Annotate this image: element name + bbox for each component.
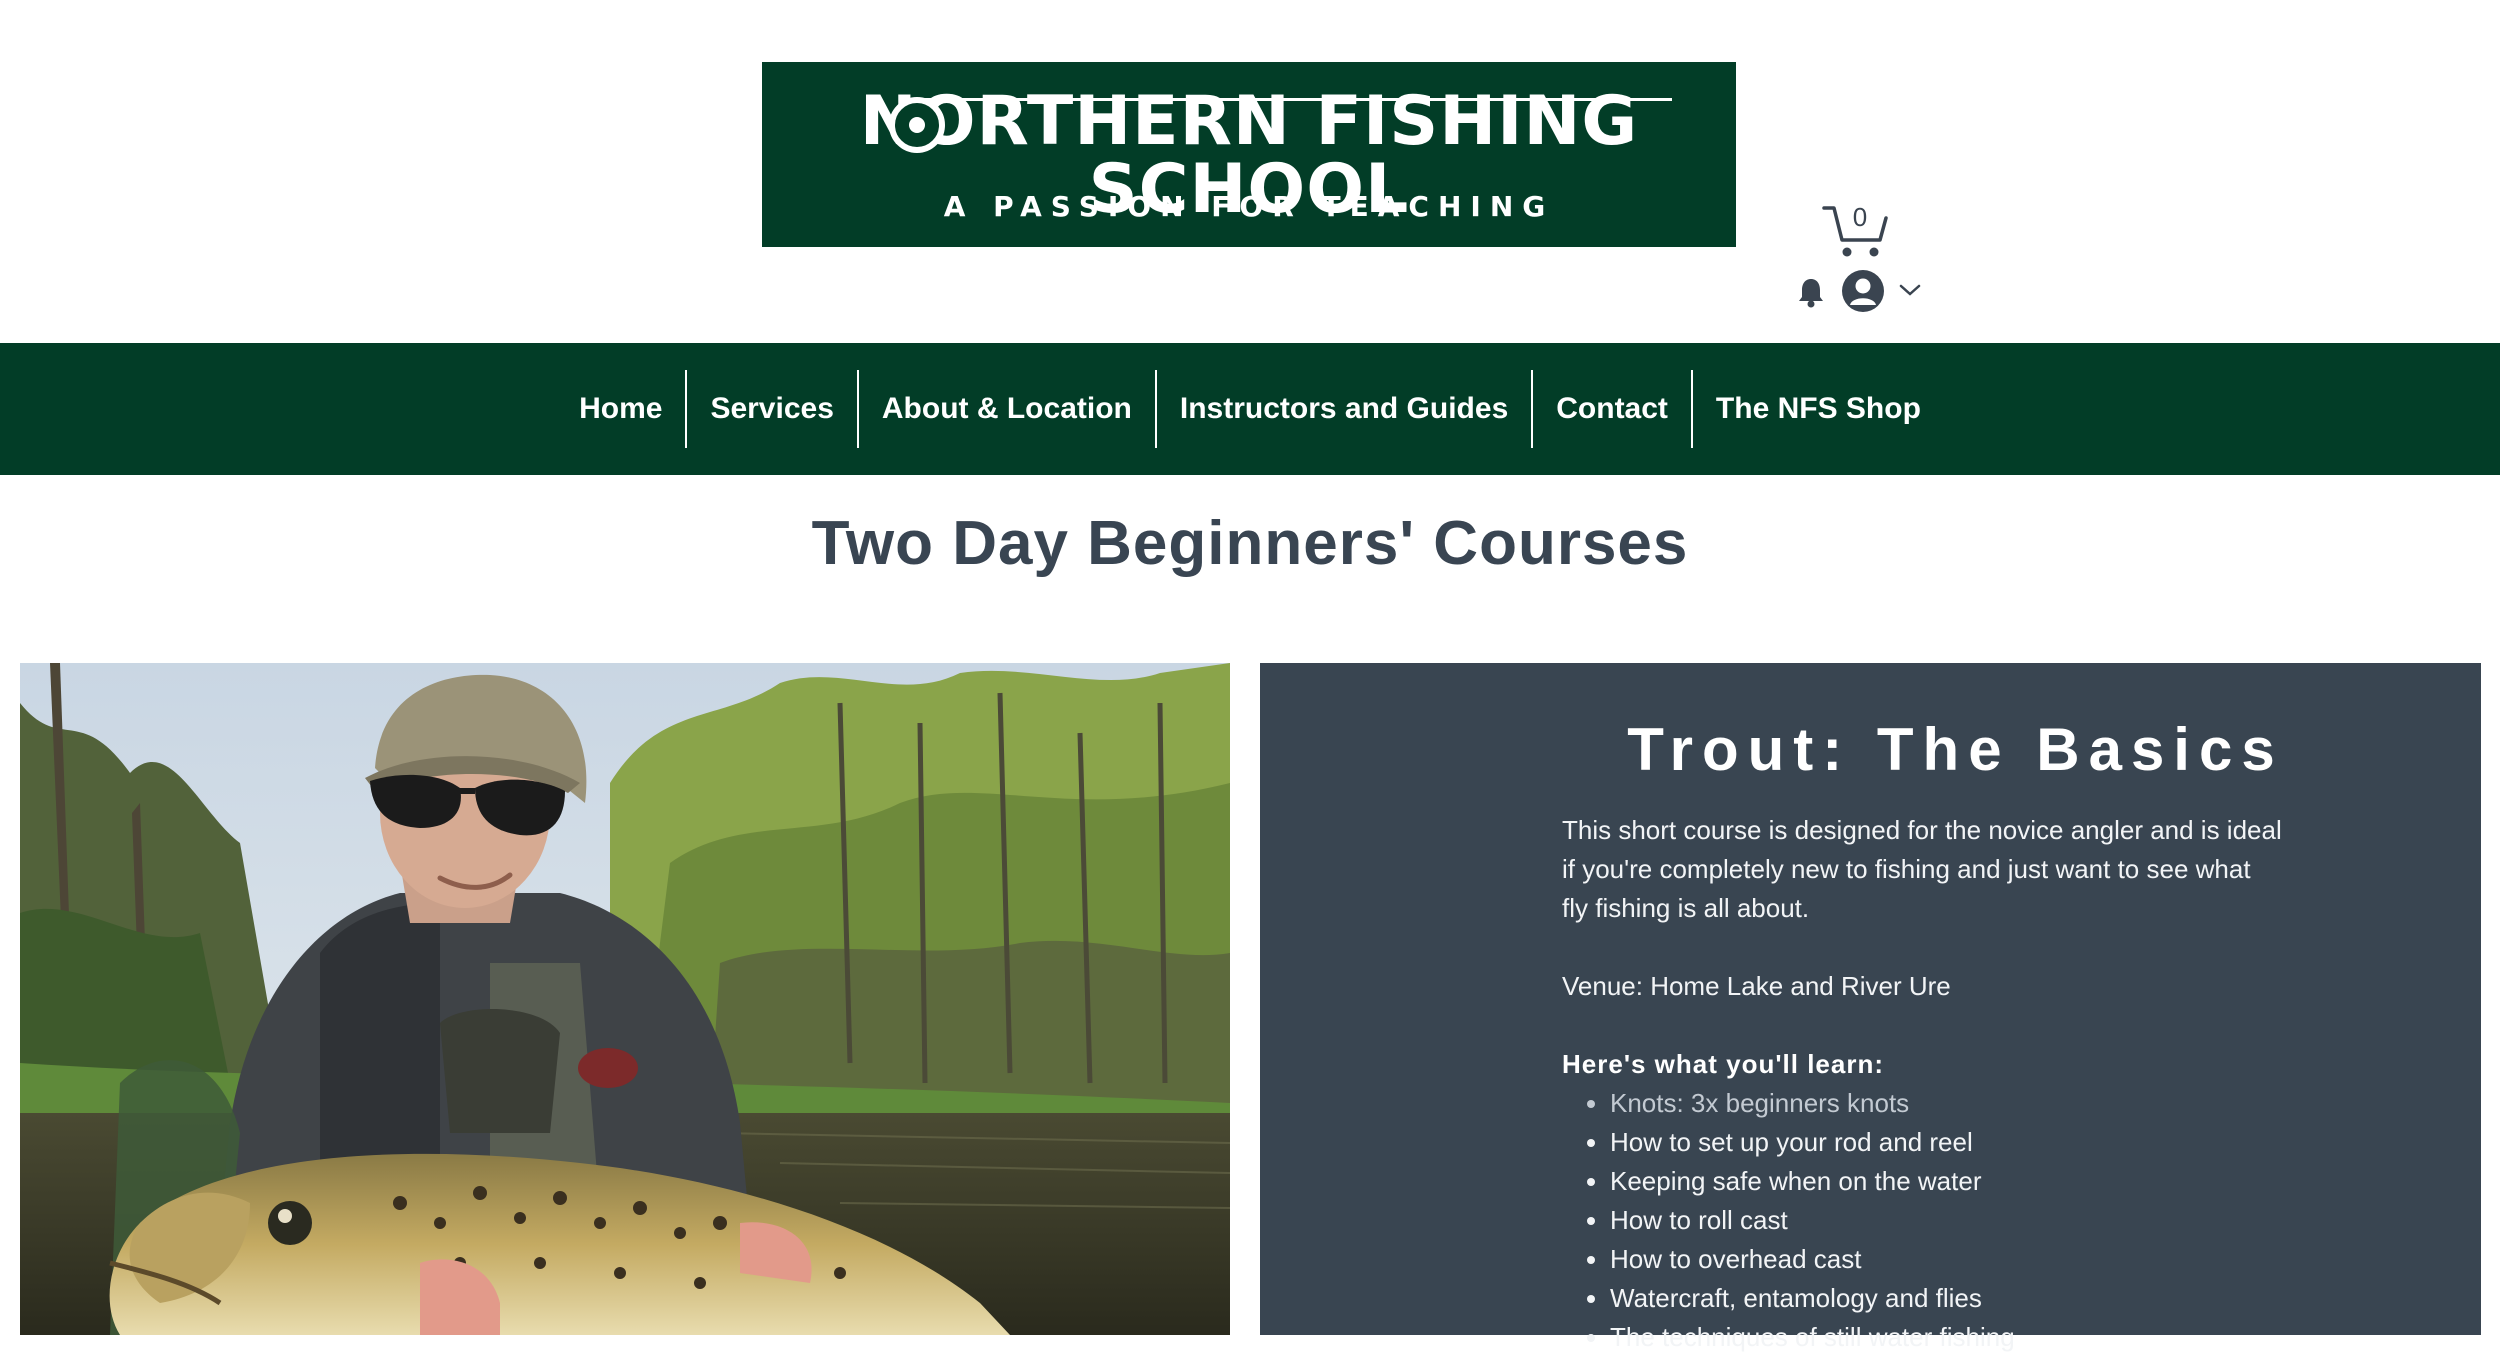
nav-item-home[interactable]: Home	[556, 370, 685, 448]
cart-count[interactable]: 0	[1842, 202, 1878, 233]
course-venue: Venue: Home Lake and River Ure	[1562, 971, 1951, 1001]
bell-icon[interactable]	[1796, 276, 1826, 308]
list-item: How to overhead cast	[1610, 1240, 2282, 1279]
nav-item-shop[interactable]: The NFS Shop	[1690, 370, 1944, 448]
course-panel: Trout: The Basics This short course is d…	[1260, 663, 2481, 1352]
user-avatar-icon[interactable]	[1842, 270, 1884, 312]
learn-heading: Here's what you'll learn:	[1562, 1049, 1885, 1079]
reel-icon	[889, 97, 945, 153]
list-item: Watercraft, entamology and flies	[1610, 1279, 2282, 1318]
course-body: This short course is designed for the no…	[1562, 811, 2282, 1357]
page-title: Two Day Beginners' Courses	[811, 509, 1689, 578]
list-item: How to roll cast	[1610, 1201, 2282, 1240]
site-logo[interactable]: NORTHERN FISHING SCHOOL A PASSION FOR TE…	[762, 62, 1736, 247]
list-item: The techniques of still water fishing	[1610, 1318, 2282, 1357]
chevron-down-icon[interactable]	[1898, 282, 1922, 298]
course-title: Trout: The Basics	[1627, 716, 2284, 783]
angler-with-trout-photo	[20, 663, 1230, 1335]
nav-item-services[interactable]: Services	[685, 370, 856, 448]
learn-list: Knots: 3x beginners knots How to set up …	[1562, 1084, 2282, 1357]
list-item: Keeping safe when on the water	[1610, 1162, 2282, 1201]
nav-item-contact[interactable]: Contact	[1531, 370, 1691, 448]
list-item: Knots: 3x beginners knots	[1610, 1084, 2282, 1123]
nav-item-instructors-guides[interactable]: Instructors and Guides	[1154, 370, 1531, 448]
main-nav: Home Services About & Location Instructo…	[0, 343, 2500, 475]
list-item: How to set up your rod and reel	[1610, 1123, 2282, 1162]
nav-item-about-location[interactable]: About & Location	[856, 370, 1155, 448]
logo-tagline: A PASSION FOR TEACHING	[943, 190, 1555, 223]
course-description: This short course is designed for the no…	[1562, 815, 2282, 923]
